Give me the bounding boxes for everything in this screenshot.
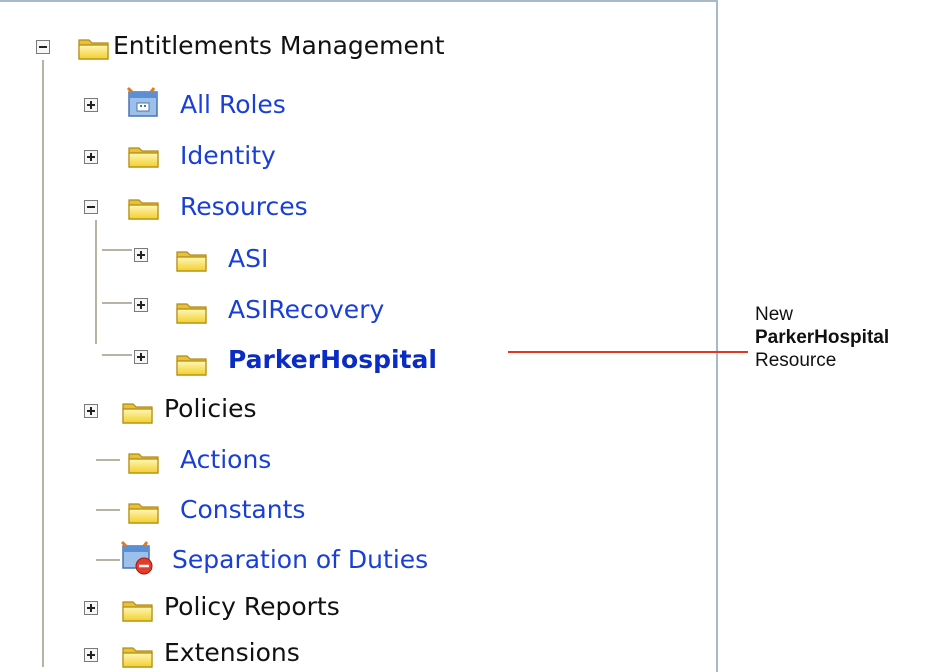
folder-icon [128,500,160,524]
folder-icon [176,300,208,324]
tree-item-label[interactable]: ASIRecovery [228,295,384,325]
expand-icon[interactable] [84,98,98,112]
tree-connector [102,302,132,304]
tree-item-label[interactable]: Extensions [164,638,300,668]
tree-connector [96,509,120,511]
callout-line-1: New [755,304,794,325]
tree-item-label[interactable]: Policies [164,394,256,424]
folder-icon [122,644,154,668]
callout-annotation: New ParkerHospital Resource [755,303,889,372]
folder-icon [176,248,208,272]
tree-panel: Entitlements Management All Roles Identi… [0,0,718,672]
tree-connector [96,559,120,561]
expand-icon[interactable] [84,648,98,662]
folder-icon [78,36,110,60]
folder-icon [122,598,154,622]
expand-icon[interactable] [84,601,98,615]
expand-icon[interactable] [134,350,148,364]
folder-icon [122,400,154,424]
tree-connector [102,354,132,356]
folder-icon [128,144,160,168]
callout-line-2: ParkerHospital [755,327,890,348]
separation-icon [120,540,153,575]
tree-item-label[interactable]: Separation of Duties [172,545,428,575]
folder-icon [128,196,160,220]
tree-item-label[interactable]: Resources [180,192,308,222]
tree-item-label[interactable]: All Roles [180,90,286,120]
collapse-icon[interactable] [36,40,50,54]
tree-item-label[interactable]: Constants [180,495,305,525]
expand-icon[interactable] [84,404,98,418]
tree-root-label[interactable]: Entitlements Management [113,31,445,61]
tree-connector [42,60,44,667]
tree-item-label[interactable]: Policy Reports [164,592,340,622]
expand-icon[interactable] [134,248,148,262]
tree-item-label[interactable]: ASI [228,244,268,274]
folder-icon [128,450,160,474]
tree-item-label[interactable]: Identity [180,141,276,171]
folder-icon [176,352,208,376]
roles-icon [126,86,158,117]
tree-connector [96,459,120,461]
callout-line-3: Resource [755,350,837,371]
tree-item-label[interactable]: Actions [180,445,271,475]
collapse-icon[interactable] [84,200,98,214]
expand-icon[interactable] [84,150,98,164]
tree-item-label[interactable]: ParkerHospital [228,345,437,375]
callout-line [508,351,748,353]
expand-icon[interactable] [134,298,148,312]
tree-connector [95,220,97,344]
tree-connector [102,249,132,251]
